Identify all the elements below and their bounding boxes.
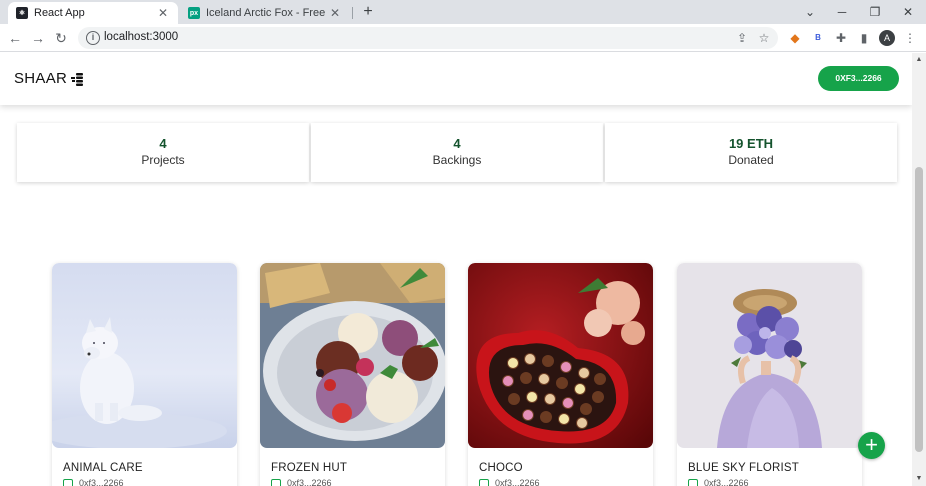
maximize-button[interactable]: ❐ <box>859 2 891 22</box>
close-icon[interactable]: ✕ <box>328 6 342 20</box>
puzzle-icon[interactable]: ✚ <box>831 28 851 48</box>
metamask-icon[interactable]: ◆ <box>785 28 805 48</box>
project-image[interactable] <box>677 263 862 448</box>
owner-address: 0xf3...2266 <box>495 478 540 486</box>
wallet-icon <box>479 478 489 486</box>
project-card[interactable]: FROZEN HUT 0xf3...2266 <box>260 263 445 486</box>
project-title[interactable]: BLUE SKY FLORIST <box>688 462 799 474</box>
tab-search-icon[interactable]: ⌄ <box>794 2 826 22</box>
project-title[interactable]: ANIMAL CARE <box>63 462 143 474</box>
share-icon[interactable]: ⇪ <box>733 29 751 47</box>
profile-avatar[interactable]: A <box>879 30 895 46</box>
scroll-down-icon[interactable]: ▼ <box>912 472 926 486</box>
project-owner: 0xf3...2266 <box>63 478 124 486</box>
project-image[interactable] <box>260 263 445 448</box>
project-card[interactable]: BLUE SKY FLORIST 0xf3...2266 <box>677 263 862 486</box>
browser-toolbar: ← → ↻ i localhost:3000 ⇪ ☆ ◆ B ✚ ▮ ⋮ <box>0 24 926 52</box>
close-window-button[interactable]: ✕ <box>892 2 924 22</box>
stat-projects: 4 Projects <box>17 123 309 182</box>
project-card[interactable]: ANIMAL CARE 0xf3...2266 <box>52 263 237 486</box>
owner-address: 0xf3...2266 <box>287 478 332 486</box>
address-bar[interactable]: i localhost:3000 ⇪ ☆ <box>78 27 778 49</box>
react-icon: ⚛ <box>16 7 28 19</box>
stat-value: 19 ETH <box>728 136 774 151</box>
stat-label: Donated <box>728 153 774 167</box>
wallet-icon <box>63 478 73 486</box>
extension-icon[interactable]: B <box>808 28 828 48</box>
project-card[interactable]: CHOCO 0xf3...2266 <box>468 263 653 486</box>
browser-tabstrip: ⚛ React App ✕ px Iceland Arctic Fox - Fr… <box>0 0 926 24</box>
app-header: SHAAR 0XF3...2266 <box>0 53 912 105</box>
stat-value: 4 <box>453 136 461 151</box>
tab-separator <box>352 7 353 19</box>
wallet-icon <box>271 478 281 486</box>
scrollbar-thumb[interactable] <box>915 167 923 452</box>
forward-icon[interactable]: → <box>28 28 48 48</box>
project-image[interactable] <box>52 263 237 448</box>
project-title[interactable]: CHOCO <box>479 462 523 474</box>
bookmark-star-icon[interactable]: ☆ <box>755 29 773 47</box>
stat-label: Backings <box>432 153 482 167</box>
project-owner: 0xf3...2266 <box>271 478 332 486</box>
page-scrollbar[interactable]: ▲ ▼ <box>912 53 926 486</box>
brand-logo[interactable]: SHAAR <box>14 70 84 87</box>
stat-backings: 4 Backings <box>311 123 603 182</box>
back-icon[interactable]: ← <box>5 28 25 48</box>
new-tab-button[interactable]: + <box>358 3 378 21</box>
add-project-button[interactable]: + <box>858 432 885 459</box>
url-text: localhost:3000 <box>104 31 179 43</box>
close-icon[interactable]: ✕ <box>156 6 170 20</box>
wallet-icon <box>688 478 698 486</box>
owner-address: 0xf3...2266 <box>79 478 124 486</box>
project-owner: 0xf3...2266 <box>688 478 749 486</box>
coins-icon <box>71 72 84 86</box>
page-viewport: SHAAR 0XF3...2266 4 Projects 4 Backings <box>0 53 912 486</box>
site-info-icon[interactable]: i <box>86 31 100 45</box>
project-image[interactable] <box>468 263 653 448</box>
project-grid: ANIMAL CARE 0xf3...2266 FROZEN HUT 0xf3.… <box>52 263 872 486</box>
scroll-up-icon[interactable]: ▲ <box>912 53 926 67</box>
brand-name: SHAAR <box>14 70 68 87</box>
project-title[interactable]: FROZEN HUT <box>271 462 347 474</box>
stats-bar: 4 Projects 4 Backings 19 ETH Donated <box>17 123 897 182</box>
owner-address: 0xf3...2266 <box>704 478 749 486</box>
stat-label: Projects <box>141 153 185 167</box>
stat-donated: 19 ETH Donated <box>605 123 897 182</box>
wallet-connect-button[interactable]: 0XF3...2266 <box>818 66 899 91</box>
stat-value: 4 <box>159 136 167 151</box>
tab-react-app[interactable]: ⚛ React App ✕ <box>8 2 178 24</box>
tab-title: React App <box>34 7 85 19</box>
px-icon: px <box>188 7 200 19</box>
tab-arctic-fox[interactable]: px Iceland Arctic Fox - Free photo o ✕ <box>180 2 350 24</box>
minimize-button[interactable]: ─ <box>826 2 858 22</box>
sidepanel-icon[interactable]: ▮ <box>854 28 874 48</box>
menu-icon[interactable]: ⋮ <box>900 28 920 48</box>
project-owner: 0xf3...2266 <box>479 478 540 486</box>
tab-title: Iceland Arctic Fox - Free photo o <box>206 7 328 19</box>
reload-icon[interactable]: ↻ <box>51 28 71 48</box>
